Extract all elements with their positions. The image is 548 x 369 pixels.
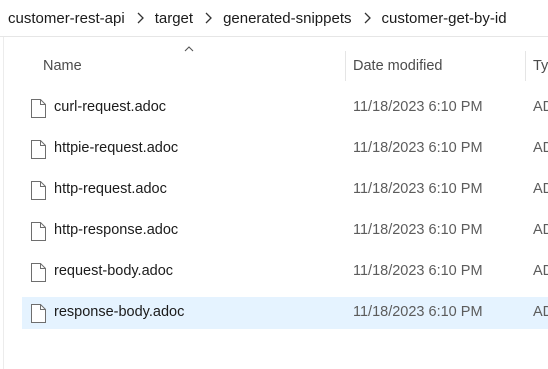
file-name: curl-request.adoc [54, 99, 167, 115]
file-name: http-response.adoc [54, 222, 179, 238]
file-type: AD [533, 140, 548, 156]
file-date-modified: 11/18/2023 6:10 PM [353, 263, 483, 279]
file-name: httpie-request.adoc [54, 140, 179, 156]
column-header-date-modified[interactable]: Date modified [353, 58, 442, 74]
column-header-type[interactable]: Ty [533, 58, 548, 74]
column-divider[interactable] [345, 51, 346, 81]
breadcrumb-item-customer-get-by-id[interactable]: customer-get-by-id [382, 10, 507, 27]
file-row[interactable]: http-request.adoc 11/18/2023 6:10 PM AD [22, 174, 548, 206]
file-list: Name Date modified Ty curl-request.adoc … [0, 36, 548, 369]
file-date-modified: 11/18/2023 6:10 PM [353, 304, 483, 320]
file-icon [31, 181, 46, 200]
file-type: AD [533, 222, 548, 238]
file-row[interactable]: request-body.adoc 11/18/2023 6:10 PM AD [22, 256, 548, 288]
chevron-right-icon[interactable] [204, 12, 212, 24]
file-date-modified: 11/18/2023 6:10 PM [353, 99, 483, 115]
pane-divider [3, 37, 4, 369]
file-row[interactable]: http-response.adoc 11/18/2023 6:10 PM AD [22, 215, 548, 247]
file-type: AD [533, 181, 548, 197]
chevron-right-icon[interactable] [363, 12, 371, 24]
breadcrumb-item-customer-rest-api[interactable]: customer-rest-api [8, 10, 125, 27]
file-icon [31, 99, 46, 118]
file-type: AD [533, 304, 548, 320]
breadcrumb-item-generated-snippets[interactable]: generated-snippets [223, 10, 351, 27]
file-date-modified: 11/18/2023 6:10 PM [353, 181, 483, 197]
column-header-row: Name Date modified Ty [0, 51, 548, 81]
chevron-right-icon[interactable] [136, 12, 144, 24]
file-row-selected[interactable]: response-body.adoc 11/18/2023 6:10 PM AD [22, 297, 548, 329]
breadcrumb: customer-rest-api target generated-snipp… [0, 0, 548, 36]
file-row[interactable]: httpie-request.adoc 11/18/2023 6:10 PM A… [22, 133, 548, 165]
file-date-modified: 11/18/2023 6:10 PM [353, 140, 483, 156]
column-divider[interactable] [525, 51, 526, 81]
file-name: http-request.adoc [54, 181, 167, 197]
column-header-name[interactable]: Name [43, 58, 82, 74]
file-date-modified: 11/18/2023 6:10 PM [353, 222, 483, 238]
file-icon [31, 222, 46, 241]
file-type: AD [533, 263, 548, 279]
file-icon [31, 140, 46, 159]
file-row[interactable]: curl-request.adoc 11/18/2023 6:10 PM AD [22, 92, 548, 124]
file-name: response-body.adoc [54, 304, 185, 320]
file-icon [31, 304, 46, 323]
file-name: request-body.adoc [54, 263, 174, 279]
file-type: AD [533, 99, 548, 115]
file-icon [31, 263, 46, 282]
breadcrumb-item-target[interactable]: target [155, 10, 193, 27]
